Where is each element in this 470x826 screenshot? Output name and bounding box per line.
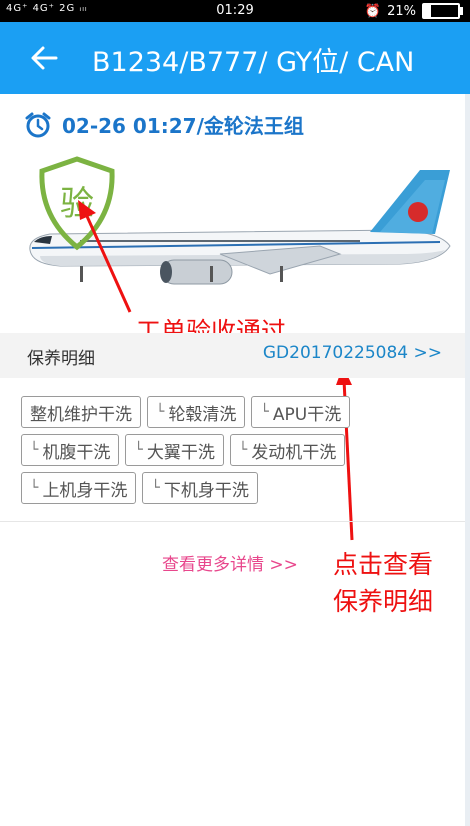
flight-time-row: 02-26 01:27/金轮法王组 bbox=[24, 110, 304, 139]
scroll-edge bbox=[465, 94, 470, 826]
battery-percent: 21% bbox=[387, 3, 416, 19]
corner-mark-icon: └ bbox=[30, 442, 39, 458]
annotation-view-line2: 保养明细 bbox=[333, 587, 434, 616]
tag-row: └ 机腹干洗 └ 大翼干洗 └ 发动机干洗 bbox=[21, 434, 441, 466]
corner-mark-icon: └ bbox=[30, 480, 39, 496]
work-order-link[interactable]: GD20170225084 >> bbox=[263, 343, 442, 363]
corner-mark-icon: └ bbox=[238, 442, 248, 458]
status-bar: 4G⁺ 4G⁺ 2G ᵢₗₗ 01:29 ⏰ 21% bbox=[0, 0, 470, 22]
more-details-link[interactable]: 查看更多详情 >> bbox=[162, 550, 298, 575]
service-tags: 整机维护干洗 └ 轮毂清洗 └ APU干洗 └ 机腹干洗 └ 大翼干洗 └ 发动机干洗 └… bbox=[21, 396, 441, 510]
alarm-status-icon: ⏰ bbox=[364, 3, 382, 19]
approved-shield-icon: 验 bbox=[39, 156, 115, 251]
corner-mark-icon: └ bbox=[260, 404, 269, 420]
corner-mark-icon: └ bbox=[151, 480, 160, 496]
status-right: ⏰ 21% bbox=[364, 3, 463, 19]
battery-icon bbox=[422, 3, 463, 19]
tag-item: └ 发动机干洗 bbox=[229, 434, 346, 466]
alarm-clock-icon bbox=[25, 112, 51, 137]
tag-row: └ 上机身干洗 └ 下机身干洗 bbox=[21, 472, 441, 504]
flight-time-text: 02-26 01:27/金轮法王组 bbox=[62, 114, 304, 138]
tag-item: 整机维护干洗 bbox=[21, 396, 141, 428]
tag-item: └ 机腹干洗 bbox=[21, 434, 120, 466]
divider bbox=[0, 521, 465, 522]
tag-item: └ 上机身干洗 bbox=[21, 472, 137, 504]
corner-mark-icon: └ bbox=[156, 404, 165, 420]
badge-text: 验 bbox=[60, 184, 94, 224]
tag-item: └ 大翼干洗 bbox=[125, 434, 224, 466]
back-arrow-icon[interactable] bbox=[30, 44, 58, 72]
tag-row: 整机维护干洗 └ 轮毂清洗 └ APU干洗 bbox=[21, 396, 441, 428]
tag-item: └ APU干洗 bbox=[251, 396, 351, 428]
page-title: B1234/B777/ GY位/ CAN bbox=[92, 47, 415, 78]
annotation-view-line1: 点击查看 bbox=[333, 550, 434, 579]
tag-item: └ 下机身干洗 bbox=[142, 472, 258, 504]
app-header: B1234/B777/ GY位/ CAN bbox=[0, 22, 470, 94]
tag-item: └ 轮毂清洗 bbox=[147, 396, 246, 428]
corner-mark-icon: └ bbox=[134, 442, 143, 458]
maintenance-label: 保养明细 bbox=[27, 349, 95, 369]
